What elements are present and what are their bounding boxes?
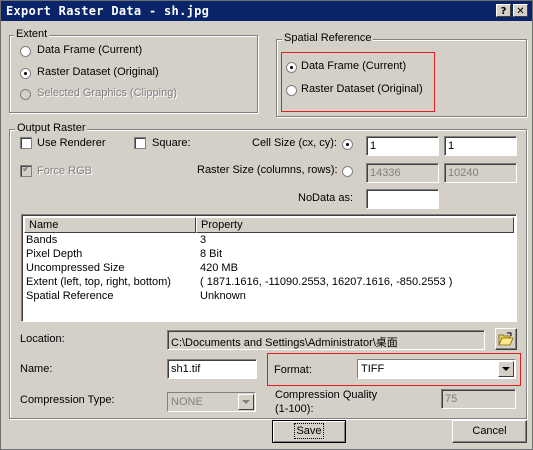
browse-folder-button[interactable] (495, 328, 517, 350)
row-value-uncompressed-size: 420 MB (200, 262, 238, 274)
spatial-ref-data-frame-radio[interactable] (286, 62, 297, 73)
raster-columns-input: 14336 (366, 163, 439, 183)
nodata-label: NoData as: (298, 192, 354, 204)
export-raster-dialog: Export Raster Data - sh.jpg ? ✕ Extent D… (0, 0, 533, 450)
extent-data-frame-label[interactable]: Data Frame (Current) (37, 44, 142, 56)
help-button[interactable]: ? (496, 4, 511, 17)
compression-type-label: Compression Type: (20, 394, 115, 406)
cell-size-y-input[interactable]: 1 (444, 136, 517, 156)
row-value-pixel-depth: 8 Bit (200, 248, 223, 260)
cell-size-radio[interactable] (342, 139, 353, 150)
row-name-uncompressed-size: Uncompressed Size (26, 262, 125, 274)
save-button[interactable]: Save (272, 420, 346, 443)
cancel-button[interactable]: Cancel (452, 420, 527, 443)
nodata-input[interactable] (366, 189, 439, 209)
extent-raster-dataset-radio[interactable] (20, 68, 31, 79)
properties-list[interactable]: Name Property Bands 3 Pixel Depth 8 Bit … (21, 214, 517, 322)
spatial-reference-group-label: Spatial Reference (282, 32, 374, 44)
square-checkbox[interactable] (134, 137, 146, 149)
compression-type-value: NONE (171, 396, 203, 408)
column-header-property[interactable]: Property (196, 217, 514, 233)
name-input[interactable]: sh1.tif (167, 359, 257, 379)
raster-size-label: Raster Size (columns, rows): (197, 164, 338, 176)
output-raster-group-label: Output Raster (15, 122, 88, 134)
spatial-ref-data-frame-label[interactable]: Data Frame (Current) (301, 60, 406, 72)
row-value-bands: 3 (200, 234, 207, 246)
checkmark-icon: ✔ (22, 164, 31, 175)
row-name-bands: Bands (26, 234, 58, 246)
format-label: Format: (274, 364, 312, 376)
cell-size-x-input[interactable]: 1 (366, 136, 439, 156)
row-name-pixel-depth: Pixel Depth (26, 248, 83, 260)
cell-size-label: Cell Size (cx, cy): (252, 137, 337, 149)
column-header-name[interactable]: Name (24, 217, 196, 233)
raster-rows-input: 10240 (444, 163, 517, 183)
window-title: Export Raster Data - sh.jpg (6, 4, 210, 18)
name-label: Name: (20, 363, 53, 375)
extent-selected-graphics-label: Selected Graphics (Clipping) (37, 87, 178, 99)
compression-quality-label: Compression Quality (275, 389, 378, 401)
row-name-spatial-reference: Spatial Reference (26, 290, 114, 302)
extent-selected-graphics-radio (20, 89, 31, 100)
row-name-extent: Extent (left, top, right, bottom) (26, 276, 171, 288)
chevron-down-icon (238, 394, 254, 410)
row-value-extent: ( 1871.1616, -11090.2553, 16207.1616, -8… (200, 276, 453, 288)
spatial-ref-raster-dataset-radio[interactable] (286, 85, 297, 96)
format-dropdown[interactable]: TIFF (357, 359, 516, 379)
row-value-spatial-reference: Unknown (200, 290, 246, 302)
extent-data-frame-radio[interactable] (20, 46, 31, 57)
location-label: Location: (20, 333, 65, 345)
compression-quality-input: 75 (441, 389, 516, 409)
square-label[interactable]: Square: (152, 137, 191, 149)
save-button-label: Save (294, 423, 324, 439)
raster-size-radio[interactable] (342, 166, 353, 177)
location-input[interactable]: C:\Documents and Settings\Administrator\… (167, 330, 485, 350)
force-rgb-label: Force RGB (37, 165, 93, 177)
title-bar[interactable]: Export Raster Data - sh.jpg ? ✕ (1, 1, 532, 21)
use-renderer-checkbox[interactable] (20, 137, 32, 149)
spatial-ref-raster-dataset-label[interactable]: Raster Dataset (Original) (301, 83, 423, 95)
close-button[interactable]: ✕ (513, 4, 528, 17)
use-renderer-label[interactable]: Use Renderer (37, 137, 105, 149)
extent-group-label: Extent (14, 28, 50, 40)
compression-quality-range-label: (1-100): (275, 403, 314, 415)
chevron-down-icon[interactable] (498, 361, 514, 377)
compression-type-dropdown: NONE (167, 392, 256, 412)
format-value: TIFF (361, 363, 385, 375)
force-rgb-checkbox: ✔ (20, 164, 32, 177)
extent-raster-dataset-label[interactable]: Raster Dataset (Original) (37, 66, 159, 78)
open-folder-icon (498, 332, 514, 346)
